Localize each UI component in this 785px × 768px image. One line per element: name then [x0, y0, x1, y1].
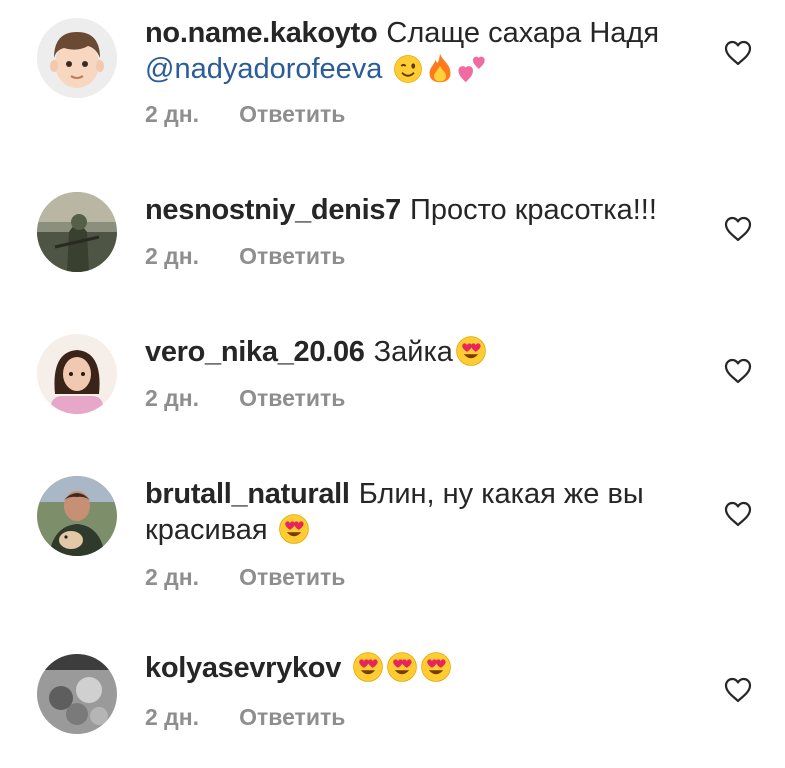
reply-button[interactable]: Ответить	[239, 564, 345, 590]
heart-eyes-emoji-icon	[455, 335, 487, 376]
heart-outline-icon[interactable]	[724, 358, 752, 384]
man-with-dog-photo-avatar-icon	[37, 476, 117, 556]
comment-meta: 2 дн. Ответить	[145, 243, 345, 270]
comment-body: no.name.kakoyto Слаще сахара Надя @nadyad…	[145, 15, 705, 93]
comment-text: Слаще сахара Надя	[386, 17, 660, 49]
avatar[interactable]	[37, 654, 117, 734]
comment-mention[interactable]: @nadyadorofeeva	[145, 53, 382, 85]
comment-body: kolyasevrykov	[145, 650, 705, 692]
heart-eyes-emoji-icon	[386, 651, 418, 692]
comment-meta: 2 дн. Ответить	[145, 564, 345, 591]
comment-text: Просто красотка!!!	[410, 194, 657, 226]
heart-outline-icon[interactable]	[724, 40, 752, 66]
two-hearts-emoji-icon	[457, 54, 489, 93]
comment-username[interactable]: brutall_naturall	[145, 478, 350, 510]
heart-eyes-emoji-icon	[420, 651, 452, 692]
heart-eyes-emoji-icon	[352, 651, 384, 692]
avatar[interactable]	[37, 18, 117, 98]
avatar[interactable]	[37, 476, 117, 556]
reply-button[interactable]: Ответить	[239, 385, 345, 411]
soldier-photo-avatar-icon	[37, 192, 117, 272]
winking-face-emoji-icon	[393, 54, 423, 93]
comment-meta: 2 дн. Ответить	[145, 704, 345, 731]
heart-outline-icon[interactable]	[724, 216, 752, 242]
comment-text: Зайка	[373, 336, 453, 368]
comment-body: brutall_naturall Блин, ну какая же вы кра…	[145, 476, 705, 554]
heart-outline-icon[interactable]	[724, 677, 752, 703]
comment-body: nesnostniy_denis7 Просто красотка!!!	[145, 192, 705, 228]
comment-time: 2 дн.	[145, 704, 200, 730]
comment-time: 2 дн.	[145, 564, 200, 590]
heart-eyes-emoji-icon	[278, 513, 310, 554]
comment-time: 2 дн.	[145, 243, 200, 269]
comment-time: 2 дн.	[145, 101, 200, 127]
comment-username[interactable]: vero_nika_20.06	[145, 336, 365, 368]
comment-text-continued: красивая	[145, 514, 268, 546]
group-photo-avatar-icon	[37, 654, 117, 734]
comment-username[interactable]: nesnostniy_denis7	[145, 194, 401, 226]
reply-button[interactable]: Ответить	[239, 704, 345, 730]
reply-button[interactable]: Ответить	[239, 243, 345, 269]
heart-outline-icon[interactable]	[724, 501, 752, 527]
reply-button[interactable]: Ответить	[239, 101, 345, 127]
comment-body: vero_nika_20.06 Зайка	[145, 334, 705, 376]
comment-meta: 2 дн. Ответить	[145, 101, 345, 128]
avatar[interactable]	[37, 192, 117, 272]
cartoon-boy-avatar-icon	[37, 18, 117, 98]
comment-text: Блин, ну какая же вы	[358, 478, 644, 510]
comment-username[interactable]: kolyasevrykov	[145, 652, 341, 684]
comment-username[interactable]: no.name.kakoyto	[145, 17, 378, 49]
comment-meta: 2 дн. Ответить	[145, 385, 345, 412]
avatar[interactable]	[37, 334, 117, 414]
girl-photo-avatar-icon	[37, 334, 117, 414]
fire-emoji-icon	[425, 52, 455, 93]
comment-time: 2 дн.	[145, 385, 200, 411]
